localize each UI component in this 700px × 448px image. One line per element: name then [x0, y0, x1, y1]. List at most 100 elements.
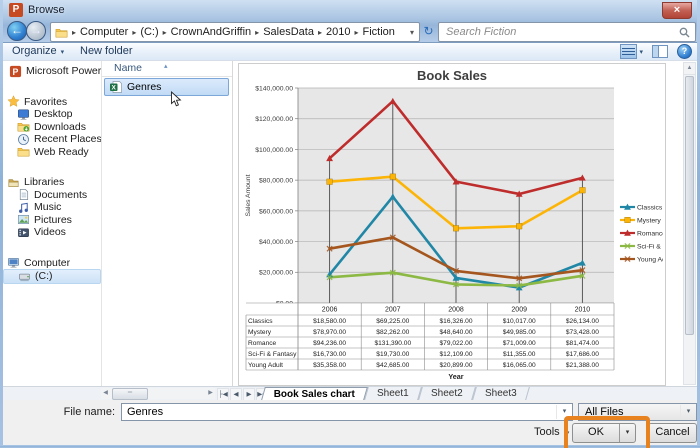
search-input[interactable]: Search Fiction — [438, 22, 696, 42]
column-header-name[interactable]: Name ▴ — [102, 61, 233, 77]
list-view-icon — [620, 44, 637, 59]
svg-text:$21,388.00: $21,388.00 — [566, 362, 599, 369]
sidebar-item-documents[interactable]: Documents — [3, 189, 101, 202]
sidebar-group-favorites[interactable]: Favorites — [3, 96, 101, 109]
svg-text:2010: 2010 — [575, 307, 591, 314]
chevron-down-icon: ▾ — [680, 405, 696, 419]
sidebar-item-label: Libraries — [24, 176, 64, 188]
organize-button[interactable]: Organize▾ — [12, 44, 64, 59]
titlebar: P Browse × — [0, 0, 700, 20]
scroll-left-icon[interactable]: ◀ — [101, 388, 110, 399]
breadcrumb-item[interactable]: Computer — [80, 26, 128, 38]
new-folder-button[interactable]: New folder — [80, 44, 133, 59]
svg-text:X: X — [112, 85, 117, 92]
breadcrumb-item[interactable]: SalesData — [263, 26, 314, 38]
window-title: Browse — [28, 4, 65, 16]
svg-text:$17,686.00: $17,686.00 — [566, 351, 599, 358]
scroll-right-icon[interactable]: ▶ — [206, 388, 215, 399]
preview-pane-button[interactable] — [652, 45, 668, 58]
file-name-value: Genres — [122, 406, 556, 418]
svg-text:$16,326.00: $16,326.00 — [439, 318, 472, 325]
libraries-icon — [7, 176, 20, 189]
svg-text:$60,000.00: $60,000.00 — [259, 208, 293, 215]
breadcrumb-items[interactable]: ▸Computer▸(C:)▸CrownAndGriffin▸SalesData… — [68, 26, 395, 38]
ok-split-dropdown[interactable]: ▾ — [619, 424, 635, 442]
powerpoint-icon: P — [9, 3, 23, 17]
preview-scrollbar[interactable]: ▲ — [683, 62, 696, 385]
file-list-hscrollbar[interactable]: ◀ ═ ▶ — [101, 388, 215, 399]
x-axis-title: Year — [448, 372, 463, 381]
refresh-icon[interactable]: ↻ — [422, 24, 435, 38]
sidebar-item-microsoft-powerpoint[interactable]: P Microsoft PowerPoint — [3, 65, 101, 78]
ok-button[interactable]: OK ▾ — [572, 423, 636, 443]
svg-text:$11,355.00: $11,355.00 — [503, 351, 536, 358]
pictures-icon — [17, 213, 30, 226]
svg-text:$26,134.00: $26,134.00 — [566, 318, 599, 325]
svg-text:2008: 2008 — [448, 307, 464, 314]
scroll-up-icon[interactable]: ▲ — [684, 63, 695, 75]
breadcrumb-item[interactable]: Fiction — [362, 26, 394, 38]
svg-text:$20,899.00: $20,899.00 — [439, 362, 472, 369]
sidebar-item-music[interactable]: Music — [3, 201, 101, 214]
sidebar-group-computer[interactable]: Computer — [3, 257, 101, 270]
sort-ascending-icon: ▴ — [164, 59, 168, 74]
breadcrumb-item[interactable]: 2010 — [326, 26, 350, 38]
svg-text:$71,009.00: $71,009.00 — [503, 340, 536, 347]
svg-text:$73,428.00: $73,428.00 — [566, 329, 599, 336]
svg-text:$78,970.00: $78,970.00 — [313, 329, 346, 336]
sheet-tab-book-sales-chart[interactable]: Book Sales chart — [261, 387, 368, 400]
breadcrumb[interactable]: ▸Computer▸(C:)▸CrownAndGriffin▸SalesData… — [50, 22, 420, 42]
file-name-input[interactable]: Genres ▾ — [121, 403, 573, 421]
breadcrumb-item[interactable]: (C:) — [140, 26, 158, 38]
sidebar-group-libraries[interactable]: Libraries — [3, 176, 101, 189]
sidebar-item-recent-places[interactable]: Recent Places — [3, 133, 101, 146]
sheet-tab-sheet3[interactable]: Sheet3 — [472, 387, 529, 400]
navigation-pane: P Microsoft PowerPoint FavoritesDesktopDow… — [3, 61, 101, 386]
mouse-cursor — [170, 91, 182, 111]
svg-text:P: P — [13, 67, 19, 77]
sidebar-item-web-ready[interactable]: Web Ready — [3, 146, 101, 159]
svg-text:$79,022.00: $79,022.00 — [439, 340, 472, 347]
window-frame-left — [0, 0, 3, 448]
computer-icon — [7, 256, 20, 269]
sidebar-item-pictures[interactable]: Pictures — [3, 214, 101, 227]
chevron-down-icon: ▾ — [639, 48, 643, 56]
svg-text:$19,730.00: $19,730.00 — [376, 351, 409, 358]
sidebar-item--c-[interactable]: (C:) — [3, 269, 101, 284]
cancel-button[interactable]: Cancel — [648, 423, 697, 443]
drive-icon — [18, 270, 31, 283]
change-view-button[interactable]: ▾ — [620, 44, 643, 59]
svg-text:$18,580.00: $18,580.00 — [313, 318, 346, 325]
dialog-footer: File name: Genres ▾ All Files ▾ Tools▾ O… — [3, 400, 697, 445]
file-item-label: Genres — [127, 81, 161, 93]
recent-icon — [17, 133, 30, 146]
chevron-down-icon[interactable]: ▾ — [556, 405, 572, 419]
sidebar-item-label: Desktop — [34, 108, 73, 120]
svg-text:$140,000.00: $140,000.00 — [255, 85, 293, 92]
file-item-genres[interactable]: X Genres — [104, 78, 229, 96]
sheet-tab-sheet2[interactable]: Sheet2 — [418, 387, 475, 400]
help-button[interactable]: ? — [677, 44, 692, 59]
tools-button[interactable]: Tools▾ — [534, 426, 569, 438]
svg-text:$35,358.00: $35,358.00 — [313, 362, 346, 369]
breadcrumb-item[interactable]: CrownAndGriffin — [171, 26, 252, 38]
file-type-select[interactable]: All Files ▾ — [578, 403, 697, 421]
svg-text:$12,109.00: $12,109.00 — [439, 351, 472, 358]
sidebar-item-desktop[interactable]: Desktop — [3, 108, 101, 121]
svg-text:Young Adult: Young Adult — [637, 256, 663, 263]
hscrollbar-thumb[interactable]: ═ — [112, 388, 148, 400]
svg-text:Mystery: Mystery — [248, 329, 272, 336]
back-button[interactable]: ← — [7, 21, 27, 41]
breadcrumb-dropdown-icon[interactable]: ▾ — [405, 28, 419, 37]
svg-text:Sci-Fi & Fantasy: Sci-Fi & Fantasy — [248, 351, 297, 358]
forward-button[interactable]: → — [26, 21, 46, 41]
svg-text:$69,225.00: $69,225.00 — [376, 318, 409, 325]
sidebar-item-videos[interactable]: Videos — [3, 226, 101, 239]
sheet-tab-sheet1[interactable]: Sheet1 — [364, 387, 421, 400]
svg-text:Classics: Classics — [248, 318, 273, 325]
close-button[interactable]: × — [662, 2, 692, 19]
folder-icon — [51, 26, 68, 39]
scrollbar-thumb[interactable] — [685, 76, 694, 335]
sidebar-item-label: Microsoft PowerPoint — [26, 65, 101, 77]
sidebar-item-downloads[interactable]: Downloads — [3, 121, 101, 134]
